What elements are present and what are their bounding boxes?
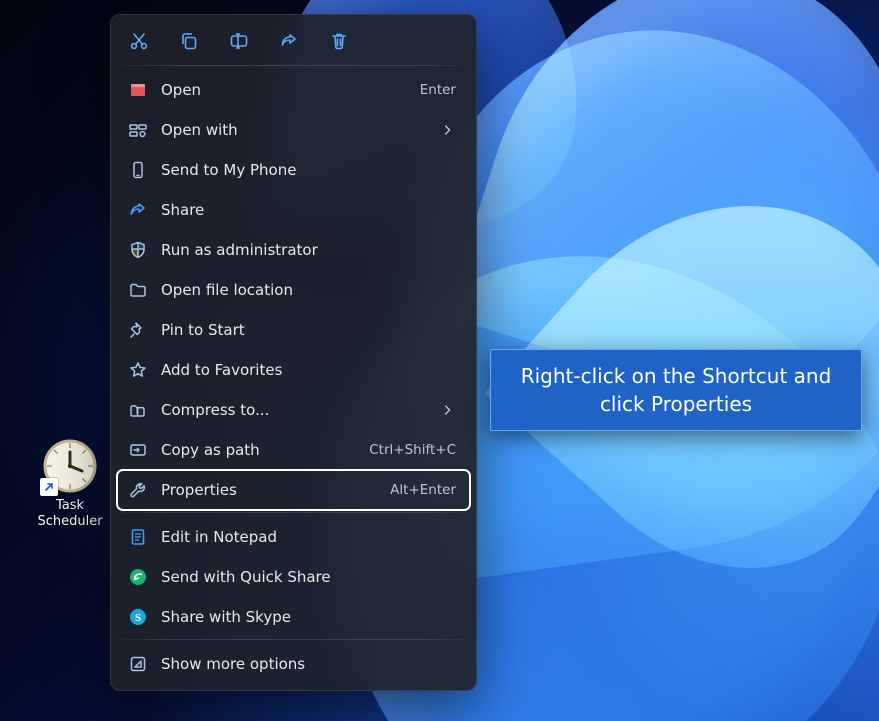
menu-item-open[interactable]: Open Enter — [117, 70, 470, 110]
folder-icon — [127, 279, 149, 301]
divider — [119, 639, 468, 640]
cut-button[interactable] — [127, 29, 151, 53]
archive-icon — [127, 399, 149, 421]
menu-item-accelerator: Alt+Enter — [390, 482, 456, 498]
menu-item-label: Share with Skype — [161, 608, 456, 626]
action-row — [117, 21, 470, 63]
wrench-icon — [127, 479, 149, 501]
open-app-icon — [127, 79, 149, 101]
menu-item-add-favorites[interactable]: Add to Favorites — [117, 350, 470, 390]
copy-path-icon — [127, 439, 149, 461]
more-icon — [127, 653, 149, 675]
share-icon — [279, 31, 299, 51]
menu-item-run-admin[interactable]: Run as administrator — [117, 230, 470, 270]
menu-item-label: Open file location — [161, 281, 456, 299]
desktop: Task Scheduler Open Enter Open with Send to… — [0, 0, 879, 721]
annotation-text: Right-click on the Shortcut and click Pr… — [490, 349, 862, 431]
phone-icon — [127, 159, 149, 181]
chevron-right-icon — [440, 122, 456, 138]
share-icon — [127, 199, 149, 221]
menu-item-compress[interactable]: Compress to... — [117, 390, 470, 430]
rename-icon — [229, 31, 249, 51]
menu-item-label: Copy as path — [161, 441, 361, 459]
shield-icon — [127, 239, 149, 261]
menu-item-label: Show more options — [161, 655, 456, 673]
context-menu: Open Enter Open with Send to My Phone Share R… — [110, 14, 477, 691]
menu-item-label: Properties — [161, 481, 382, 499]
menu-item-send-my-phone[interactable]: Send to My Phone — [117, 150, 470, 190]
menu-item-accelerator: Enter — [420, 82, 456, 98]
delete-button[interactable] — [327, 29, 351, 53]
skype-icon — [127, 606, 149, 628]
menu-item-more-options[interactable]: Show more options — [117, 644, 470, 684]
menu-item-label: Run as administrator — [161, 241, 456, 259]
copy-button[interactable] — [177, 29, 201, 53]
chevron-right-icon — [440, 402, 456, 418]
copy-icon — [179, 31, 199, 51]
menu-item-label: Pin to Start — [161, 321, 456, 339]
menu-item-share[interactable]: Share — [117, 190, 470, 230]
star-icon — [127, 359, 149, 381]
rename-button[interactable] — [227, 29, 251, 53]
pin-icon — [127, 319, 149, 341]
shortcut-label: Task Scheduler — [27, 498, 113, 530]
desktop-shortcut-task-scheduler[interactable]: Task Scheduler — [27, 438, 113, 530]
share-button[interactable] — [277, 29, 301, 53]
menu-item-accelerator: Ctrl+Shift+C — [369, 442, 456, 458]
menu-item-label: Open — [161, 81, 412, 99]
notepad-icon — [127, 526, 149, 548]
delete-icon — [329, 31, 349, 51]
menu-item-label: Send with Quick Share — [161, 568, 456, 586]
menu-item-label: Share — [161, 201, 456, 219]
menu-item-label: Edit in Notepad — [161, 528, 456, 546]
menu-item-label: Compress to... — [161, 401, 432, 419]
menu-item-copy-path[interactable]: Copy as path Ctrl+Shift+C — [117, 430, 470, 470]
quickshare-icon — [127, 566, 149, 588]
annotation-callout: Right-click on the Shortcut and click Pr… — [490, 349, 862, 431]
menu-item-label: Send to My Phone — [161, 161, 456, 179]
menu-item-label: Open with — [161, 121, 432, 139]
menu-item-open-with[interactable]: Open with — [117, 110, 470, 150]
divider — [119, 65, 468, 66]
shortcut-overlay-icon — [40, 478, 58, 496]
menu-item-skype[interactable]: Share with Skype — [117, 597, 470, 637]
menu-item-properties[interactable]: Properties Alt+Enter — [117, 470, 470, 510]
menu-item-open-location[interactable]: Open file location — [117, 270, 470, 310]
clock-icon — [42, 438, 98, 494]
menu-item-quick-share[interactable]: Send with Quick Share — [117, 557, 470, 597]
menu-item-edit-notepad[interactable]: Edit in Notepad — [117, 517, 470, 557]
divider — [119, 512, 468, 513]
menu-item-label: Add to Favorites — [161, 361, 456, 379]
open-with-icon — [127, 119, 149, 141]
menu-item-pin-start[interactable]: Pin to Start — [117, 310, 470, 350]
cut-icon — [129, 31, 149, 51]
menu-items: Open Enter Open with Send to My Phone Share R… — [117, 70, 470, 684]
